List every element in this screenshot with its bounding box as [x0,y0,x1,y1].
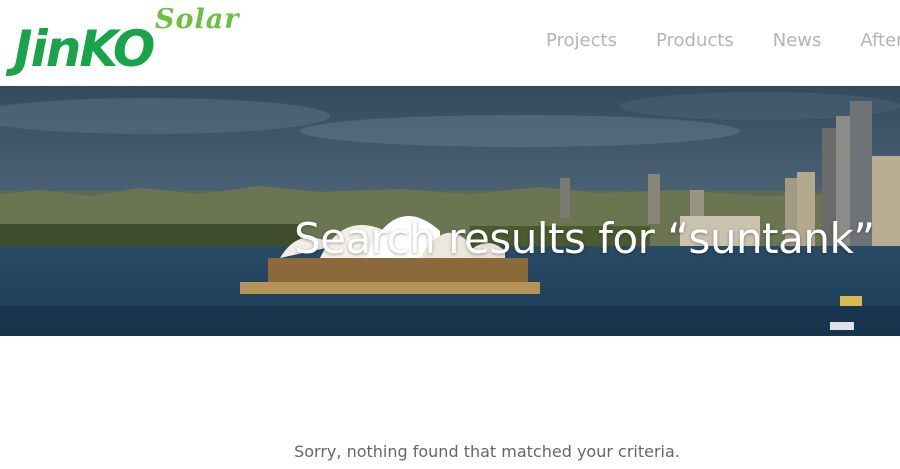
jinko-solar-logo[interactable]: Solar JinKO [12,4,238,80]
nav-item-projects[interactable]: Projects [546,30,617,51]
site-header: Solar JinKO Projects Products News After [0,0,900,86]
nav-item-after[interactable]: After [860,30,900,51]
hero-banner: Search results for “suntank” [0,86,900,336]
search-results-title: Search results for “suntank” [294,214,875,264]
logo-jinko-text: JinKO [14,20,155,78]
logo-solar-text: Solar [155,4,240,35]
no-results-message: Sorry, nothing found that matched your c… [294,442,680,461]
sydney-harbour-image [0,86,900,336]
nav-item-products[interactable]: Products [656,30,734,51]
nav-item-news[interactable]: News [773,30,822,51]
main-nav: Projects Products News After [546,30,900,51]
